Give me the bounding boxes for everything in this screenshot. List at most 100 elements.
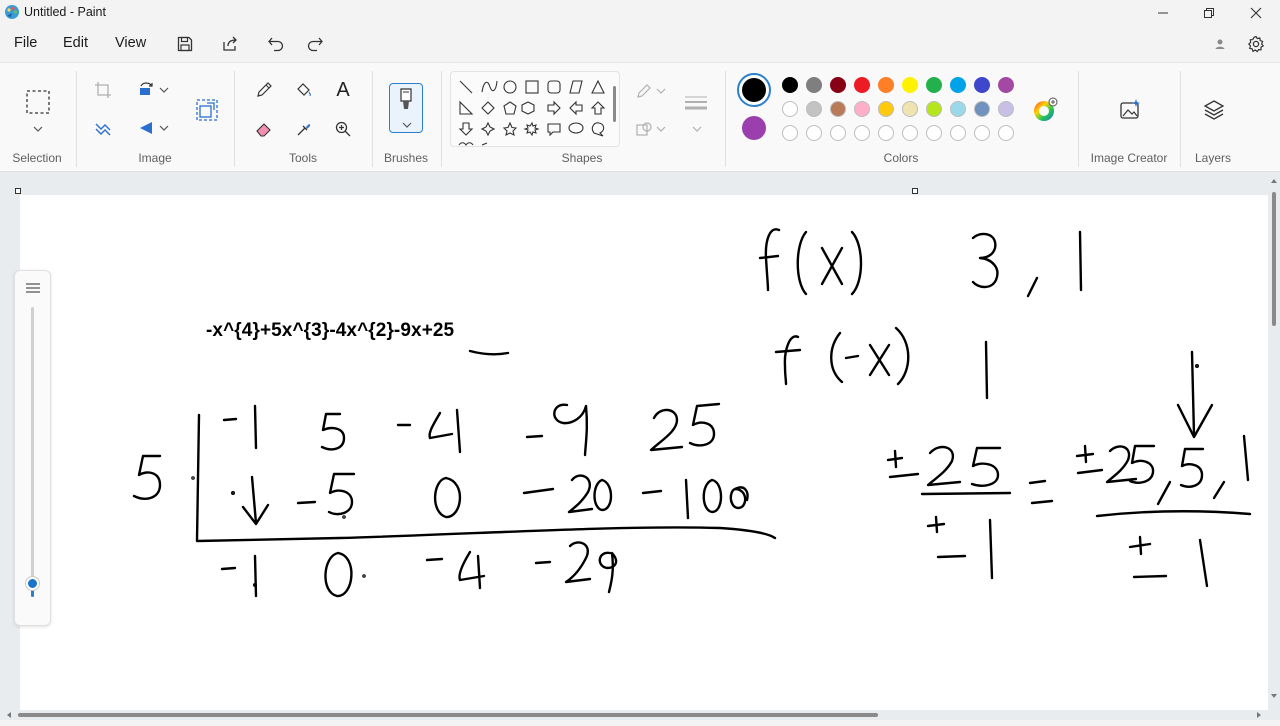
- color-swatch[interactable]: [878, 101, 894, 117]
- image-creator-icon: [1120, 99, 1140, 119]
- undo-button[interactable]: [265, 33, 287, 55]
- color-picker-button[interactable]: [292, 117, 316, 141]
- shape-outline-dropdown[interactable]: [654, 79, 668, 103]
- group-label-image-creator: Image Creator: [1090, 151, 1168, 165]
- shapes-gallery[interactable]: [450, 71, 620, 147]
- line-size-button[interactable]: [682, 89, 710, 117]
- magnifier-button[interactable]: [331, 117, 355, 141]
- menu-edit[interactable]: Edit: [63, 35, 88, 51]
- chevron-down-icon: [656, 126, 666, 132]
- color-swatch[interactable]: [902, 101, 918, 117]
- color-swatch[interactable]: [926, 101, 942, 117]
- color-swatch[interactable]: [974, 125, 990, 141]
- color-swatch[interactable]: [926, 125, 942, 141]
- color-swatch[interactable]: [950, 77, 966, 93]
- group-label-image: Image: [138, 151, 172, 165]
- eraser-tool-button[interactable]: [252, 117, 276, 141]
- primary-color-button[interactable]: [737, 73, 771, 107]
- zoom-slider-thumb[interactable]: [26, 576, 39, 590]
- paint-bucket-icon: [297, 83, 311, 97]
- rectangle-select-icon: [26, 90, 50, 114]
- color-swatch[interactable]: [782, 125, 798, 141]
- secondary-color-button[interactable]: [742, 116, 766, 140]
- color-swatch[interactable]: [878, 125, 894, 141]
- rotate-dropdown[interactable]: [157, 78, 171, 102]
- drawing-canvas[interactable]: [20, 195, 1268, 710]
- image-creator-button[interactable]: [1116, 96, 1144, 124]
- color-swatch[interactable]: [974, 101, 990, 117]
- ribbon-separator: [725, 71, 726, 167]
- canvas-resize-handle[interactable]: [15, 188, 21, 194]
- minimize-button[interactable]: [1140, 0, 1186, 26]
- edit-colors-button[interactable]: [1031, 96, 1059, 124]
- color-swatch[interactable]: [998, 101, 1014, 117]
- remove-background-button[interactable]: [91, 116, 115, 140]
- flip-button[interactable]: [134, 116, 158, 140]
- shape-outline-button[interactable]: [632, 79, 656, 103]
- color-swatch[interactable]: [806, 77, 822, 93]
- resize-icon: [196, 99, 218, 121]
- vertical-scrollbar[interactable]: [1268, 172, 1280, 708]
- color-swatch[interactable]: [830, 77, 846, 93]
- ribbon: Selection Image A Tools Brushes Shapes C…: [0, 62, 1280, 172]
- color-swatch[interactable]: [878, 77, 894, 93]
- chevron-down-icon: [656, 88, 666, 94]
- menu-view[interactable]: View: [115, 35, 146, 51]
- group-label-brushes: Brushes: [383, 151, 429, 165]
- color-swatch[interactable]: [902, 125, 918, 141]
- brushes-button[interactable]: [389, 83, 423, 133]
- redo-button[interactable]: [304, 33, 326, 55]
- undo-icon: [268, 37, 284, 52]
- pencil-icon: [257, 82, 272, 97]
- color-swatch[interactable]: [974, 77, 990, 93]
- rotate-icon: [140, 82, 153, 95]
- shape-fill-button[interactable]: [632, 117, 656, 141]
- color-swatch[interactable]: [854, 125, 870, 141]
- color-swatch[interactable]: [806, 125, 822, 141]
- color-swatch[interactable]: [902, 77, 918, 93]
- canvas-resize-handle[interactable]: [912, 188, 918, 194]
- crop-icon: [95, 82, 111, 98]
- line-size-dropdown[interactable]: [690, 117, 704, 141]
- title-bar: Untitled - Paint: [0, 0, 1280, 26]
- save-button[interactable]: [174, 33, 196, 55]
- color-swatch[interactable]: [950, 125, 966, 141]
- shape-fill-dropdown[interactable]: [654, 117, 668, 141]
- color-swatch[interactable]: [830, 101, 846, 117]
- pencil-tool-button[interactable]: [252, 78, 276, 102]
- text-tool-button[interactable]: A: [331, 78, 355, 102]
- menu-file[interactable]: File: [14, 35, 37, 51]
- color-swatch[interactable]: [998, 77, 1014, 93]
- color-swatch[interactable]: [998, 125, 1014, 141]
- minimize-icon: [1158, 12, 1168, 14]
- color-swatch[interactable]: [830, 125, 846, 141]
- color-swatch[interactable]: [782, 101, 798, 117]
- horizontal-scrollbar[interactable]: [0, 708, 1268, 720]
- text-tool-glyph: A: [336, 78, 350, 101]
- zoom-slider-track[interactable]: [26, 307, 39, 597]
- fill-tool-button[interactable]: [292, 78, 316, 102]
- color-swatch[interactable]: [782, 77, 798, 93]
- color-swatch[interactable]: [950, 101, 966, 117]
- color-swatch[interactable]: [926, 77, 942, 93]
- rotate-button[interactable]: [134, 78, 158, 102]
- group-label-selection: Selection: [12, 151, 62, 165]
- account-button[interactable]: [1209, 33, 1231, 55]
- close-button[interactable]: [1233, 0, 1279, 26]
- magnifier-icon: [335, 121, 351, 137]
- flip-dropdown[interactable]: [157, 116, 171, 140]
- window-title: Untitled - Paint: [24, 5, 106, 19]
- shape-fill-icon: [636, 122, 652, 136]
- color-swatch[interactable]: [806, 101, 822, 117]
- crop-button[interactable]: [91, 78, 115, 102]
- close-icon: [1250, 7, 1262, 19]
- layers-button[interactable]: [1200, 96, 1228, 124]
- share-button[interactable]: [219, 33, 241, 55]
- restore-button[interactable]: [1186, 0, 1232, 26]
- selection-tool-button[interactable]: [24, 88, 52, 116]
- settings-button[interactable]: [1245, 33, 1267, 55]
- color-swatch[interactable]: [854, 77, 870, 93]
- image-resize-button[interactable]: [194, 97, 220, 123]
- selection-dropdown[interactable]: [26, 117, 50, 141]
- color-swatch[interactable]: [854, 101, 870, 117]
